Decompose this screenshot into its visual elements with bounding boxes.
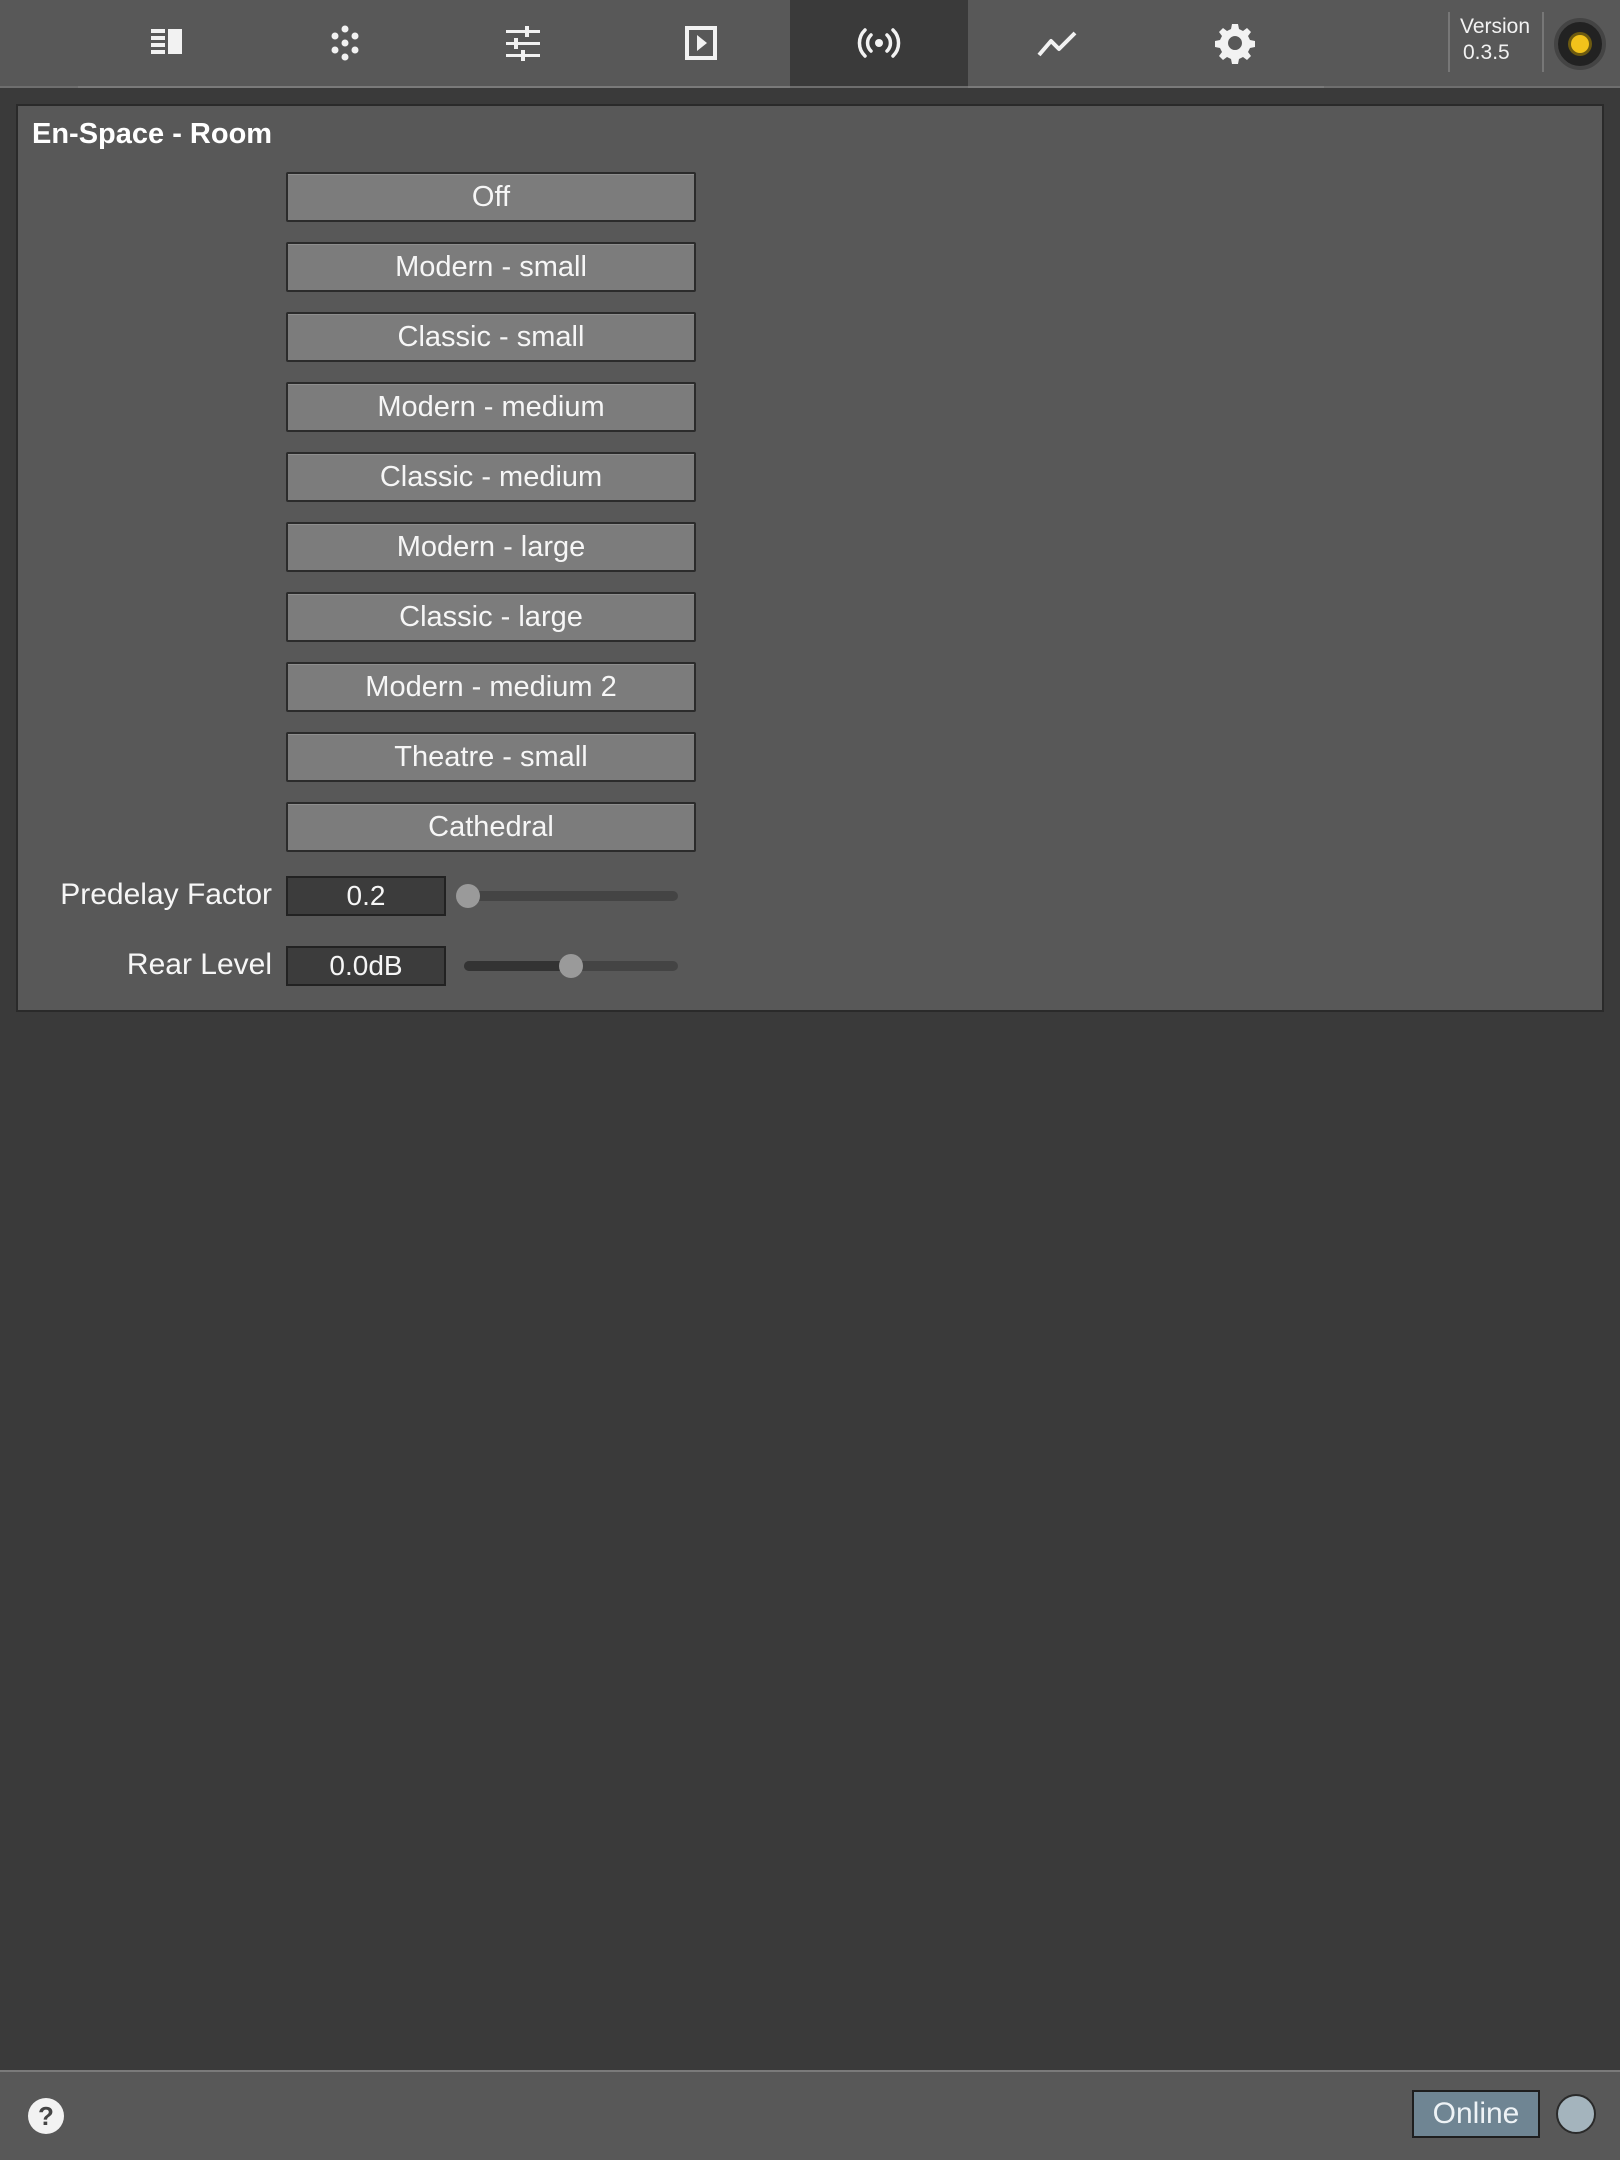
preset-button-cathedral[interactable]: Cathedral (286, 802, 696, 852)
rear-level-label: Rear Level (126, 948, 272, 981)
preset-button-theatre-small[interactable]: Theatre - small (286, 732, 696, 782)
rear-level-value[interactable]: 0.0dB (286, 946, 446, 986)
rear-level-slider[interactable] (464, 954, 678, 978)
panel-title: En-Space - Room (32, 118, 273, 150)
preset-button-off[interactable]: Off (286, 172, 696, 222)
status-lamp-core (1571, 35, 1589, 53)
rear-level-slider-thumb[interactable] (559, 954, 583, 978)
rear-level-slider-fill (464, 961, 571, 971)
version-info: Version 0.3.5 (1460, 14, 1540, 74)
preset-button-modern-large[interactable]: Modern - large (286, 522, 696, 572)
top-nav-bar: Version 0.3.5 (0, 0, 1620, 88)
preset-button-classic-medium[interactable]: Classic - medium (286, 452, 696, 502)
predelay-factor-value[interactable]: 0.2 (286, 876, 446, 916)
predelay-factor-slider-thumb[interactable] (456, 884, 481, 908)
predelay-factor-slider[interactable] (456, 884, 678, 908)
tab-sliders[interactable] (434, 0, 612, 88)
en-space-room-panel: En-Space - Room Off Modern - small Class… (16, 104, 1604, 1012)
broadcast-icon (857, 28, 901, 58)
trend-line-icon (1037, 31, 1077, 57)
tab-settings[interactable] (1146, 0, 1324, 88)
list-panel-icon (151, 29, 182, 54)
tab-dots[interactable] (256, 0, 434, 88)
preset-button-modern-medium-2[interactable]: Modern - medium 2 (286, 662, 696, 712)
preset-button-classic-small[interactable]: Classic - small (286, 312, 696, 362)
version-number: 0.3.5 (1463, 41, 1510, 64)
tab-broadcast[interactable] (790, 0, 968, 86)
predelay-factor-label: Predelay Factor (60, 878, 272, 911)
sliders-icon (506, 26, 540, 61)
play-box-icon (685, 26, 717, 60)
online-button[interactable]: Online (1412, 2090, 1540, 2138)
version-divider-left (1448, 12, 1450, 72)
tab-list-panel[interactable] (78, 0, 256, 88)
tab-trend[interactable] (968, 0, 1146, 88)
dots-grid-icon (331, 25, 359, 61)
tab-play[interactable] (612, 0, 790, 88)
help-icon[interactable]: ? (28, 2098, 64, 2134)
version-divider-right (1542, 12, 1544, 72)
gear-icon (1215, 24, 1255, 64)
status-lamp (1554, 18, 1606, 70)
connection-indicator (1556, 2094, 1596, 2134)
version-label: Version (1460, 15, 1531, 38)
preset-button-modern-medium[interactable]: Modern - medium (286, 382, 696, 432)
bottom-status-bar: ? Online (0, 2070, 1620, 2160)
preset-button-modern-small[interactable]: Modern - small (286, 242, 696, 292)
preset-button-classic-large[interactable]: Classic - large (286, 592, 696, 642)
